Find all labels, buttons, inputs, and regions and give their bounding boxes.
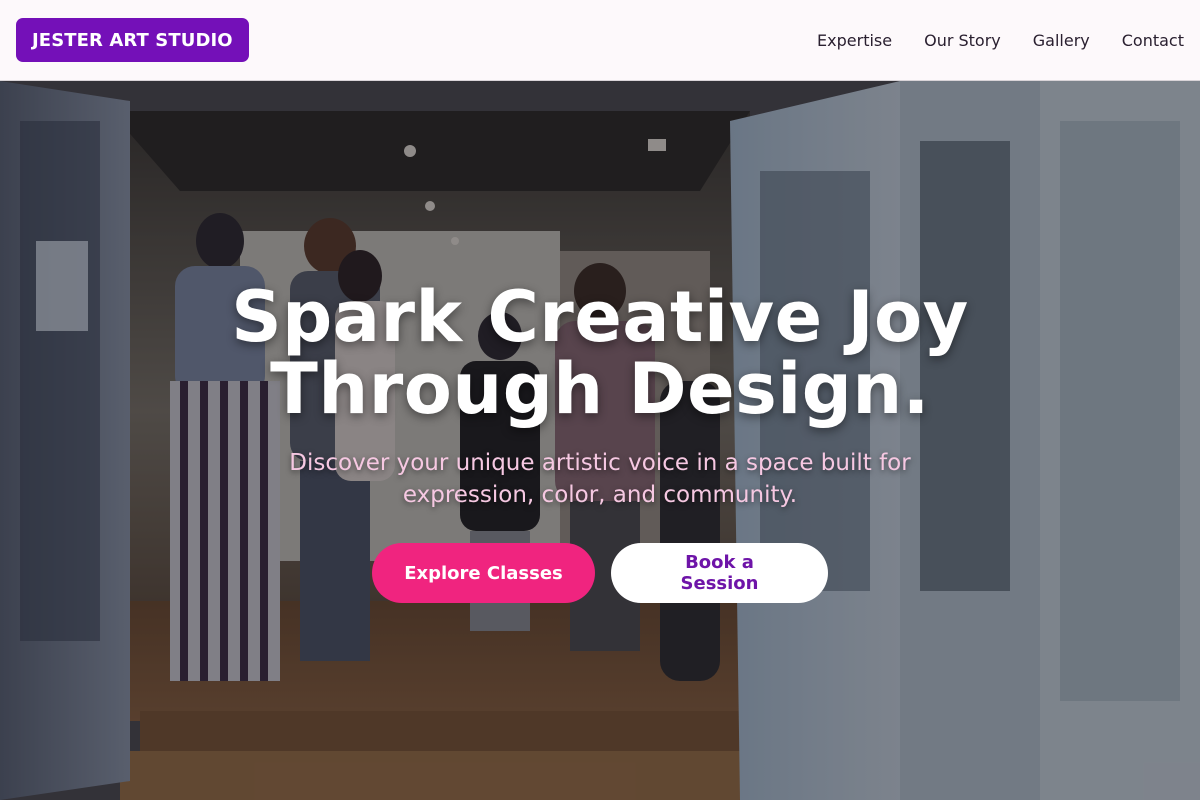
- hero-title-line-2: Through Design.: [270, 348, 930, 430]
- hero-subtitle: Discover your unique artistic voice in a…: [289, 450, 911, 508]
- brand-name: JESTER ART STUDIO: [32, 29, 233, 51]
- site-header: JESTER ART STUDIO Expertise Our Story Ga…: [0, 0, 1200, 81]
- hero-content: Spark Creative Joy Through Design. Disco…: [0, 281, 1200, 603]
- brand-logo[interactable]: JESTER ART STUDIO: [16, 18, 249, 62]
- main-nav: Expertise Our Story Gallery Contact: [785, 31, 1184, 50]
- nav-link-expertise[interactable]: Expertise: [817, 31, 892, 50]
- hero-section: Spark Creative Joy Through Design. Disco…: [0, 81, 1200, 800]
- hero-title-line-1: Spark Creative Joy: [231, 276, 969, 358]
- hero-title: Spark Creative Joy Through Design.: [231, 281, 969, 425]
- nav-link-contact[interactable]: Contact: [1122, 31, 1184, 50]
- explore-classes-button[interactable]: Explore Classes: [372, 543, 595, 603]
- book-session-button[interactable]: Book a Session: [611, 543, 828, 603]
- nav-link-gallery[interactable]: Gallery: [1033, 31, 1090, 50]
- cta-button-row: Explore Classes Book a Session: [372, 543, 828, 603]
- nav-link-our-story[interactable]: Our Story: [924, 31, 1001, 50]
